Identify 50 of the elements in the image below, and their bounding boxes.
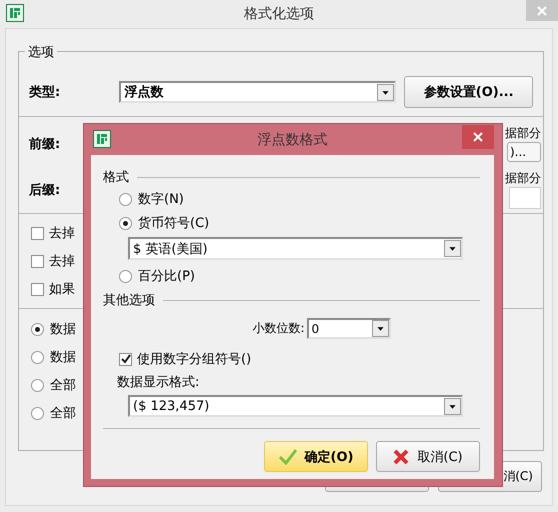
label-fragment: 据部分	[505, 170, 541, 187]
radio-button[interactable]	[119, 216, 132, 230]
radio-label: 全部	[50, 377, 76, 394]
checkbox-label: 如果	[49, 281, 75, 298]
checkbox-label: 去掉	[49, 253, 75, 270]
radio-label: 百分比(P)	[138, 268, 195, 285]
checkbox[interactable]	[31, 282, 44, 296]
cancel-button[interactable]: 取消(C)	[376, 441, 480, 472]
close-button[interactable]	[462, 125, 494, 149]
checkbox[interactable]	[119, 352, 132, 366]
checkbox[interactable]	[31, 254, 44, 268]
checkbox-label: 使用数字分组符号()	[137, 351, 252, 368]
window-title: 格式化选项	[244, 5, 314, 23]
decimals-label: 小数位数:	[252, 320, 305, 337]
close-icon	[473, 132, 483, 142]
checkbox[interactable]	[31, 226, 44, 240]
radio-label: 数字(N)	[138, 191, 184, 208]
section-title: 格式	[103, 169, 129, 186]
settings-button[interactable]: 参数设置(O)...	[404, 76, 533, 108]
radio-label: 货币符号(C)	[138, 215, 210, 232]
app-icon	[6, 4, 24, 22]
radio-button[interactable]	[119, 270, 132, 282]
section-title: 其他选项	[103, 292, 155, 309]
radio-label: 全部	[50, 405, 76, 422]
checkbox-label: 去掉	[49, 225, 75, 242]
close-icon	[393, 448, 410, 464]
group-title: 选项	[25, 43, 57, 61]
prefix-label: 前缀:	[29, 136, 60, 153]
radio-button[interactable]	[119, 192, 132, 206]
browse-button[interactable]: )...	[507, 142, 541, 162]
radio-label: 数据	[50, 321, 76, 338]
suffix-label: 后缀:	[29, 182, 60, 199]
label-fragment: 据部分	[505, 125, 541, 142]
radio-label: 数据	[50, 349, 76, 366]
display-format-label: 数据显示格式:	[117, 375, 200, 390]
dialog-title: 浮点数格式	[258, 130, 328, 148]
display-format-dropdown[interactable]: ($ 123,457)	[128, 395, 463, 417]
close-icon	[537, 6, 547, 16]
radio-button[interactable]	[31, 378, 44, 392]
decimals-dropdown[interactable]: 0	[306, 318, 391, 339]
input-field[interactable]	[509, 187, 541, 209]
radio-button[interactable]	[31, 350, 44, 364]
currency-dropdown[interactable]: $ 英语(美国)	[128, 237, 463, 260]
type-label: 类型:	[29, 84, 62, 101]
ok-button[interactable]: 确定(O)	[264, 441, 368, 472]
type-dropdown[interactable]: 浮点数	[119, 81, 396, 103]
app-icon	[93, 130, 111, 148]
radio-button[interactable]	[31, 322, 44, 336]
radio-button[interactable]	[31, 406, 44, 420]
check-icon	[278, 448, 297, 464]
